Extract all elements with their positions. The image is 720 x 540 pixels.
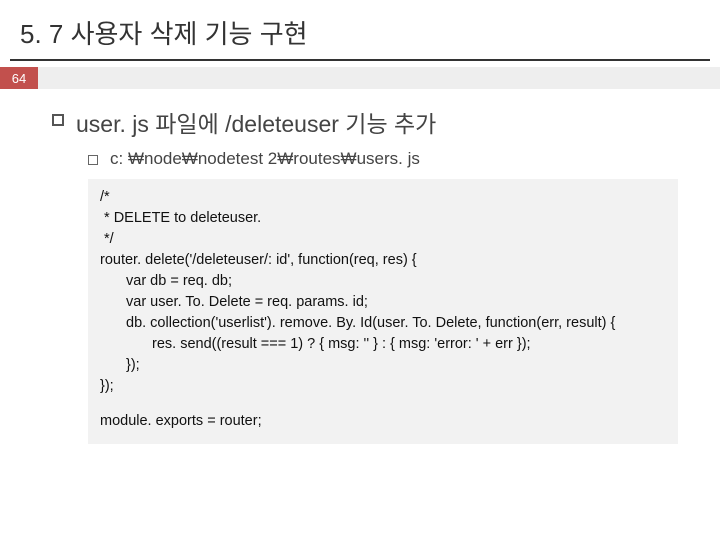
code-line: }); xyxy=(100,355,666,376)
code-line: }); xyxy=(100,376,666,397)
title-underline xyxy=(10,59,710,61)
title-area: 5. 7 사용자 삭제 기능 구현 xyxy=(0,0,720,59)
code-line: module. exports = router; xyxy=(100,411,666,432)
page-bar: 64 xyxy=(0,67,720,89)
code-line: * DELETE to deleteuser. xyxy=(100,208,666,229)
sub-bullet-item: c: ₩node₩nodetest 2₩routes₩users. js xyxy=(88,149,680,169)
code-block: /* * DELETE to deleteuser. */ router. de… xyxy=(88,179,678,444)
code-line: db. collection('userlist'). remove. By. … xyxy=(100,313,666,334)
content-area: user. js 파일에 /deleteuser 기능 추가 c: ₩node₩… xyxy=(0,89,720,444)
sub-bullet-text: c: ₩node₩nodetest 2₩routes₩users. js xyxy=(110,149,420,169)
code-line: */ xyxy=(100,229,666,250)
bullet-text: user. js 파일에 /deleteuser 기능 추가 xyxy=(76,105,436,139)
spacer xyxy=(100,397,666,411)
hollow-bullet-icon xyxy=(88,155,98,165)
code-line: router. delete('/deleteuser/: id', funct… xyxy=(100,250,666,271)
bullet-item: user. js 파일에 /deleteuser 기능 추가 xyxy=(52,105,680,139)
code-line: var db = req. db; xyxy=(100,271,666,292)
code-line: res. send((result === 1) ? { msg: '' } :… xyxy=(100,334,666,355)
code-line: /* xyxy=(100,187,666,208)
code-line: var user. To. Delete = req. params. id; xyxy=(100,292,666,313)
slide-title: 5. 7 사용자 삭제 기능 구현 xyxy=(20,14,700,51)
square-bullet-icon xyxy=(52,114,64,126)
page-number-badge: 64 xyxy=(0,67,38,89)
